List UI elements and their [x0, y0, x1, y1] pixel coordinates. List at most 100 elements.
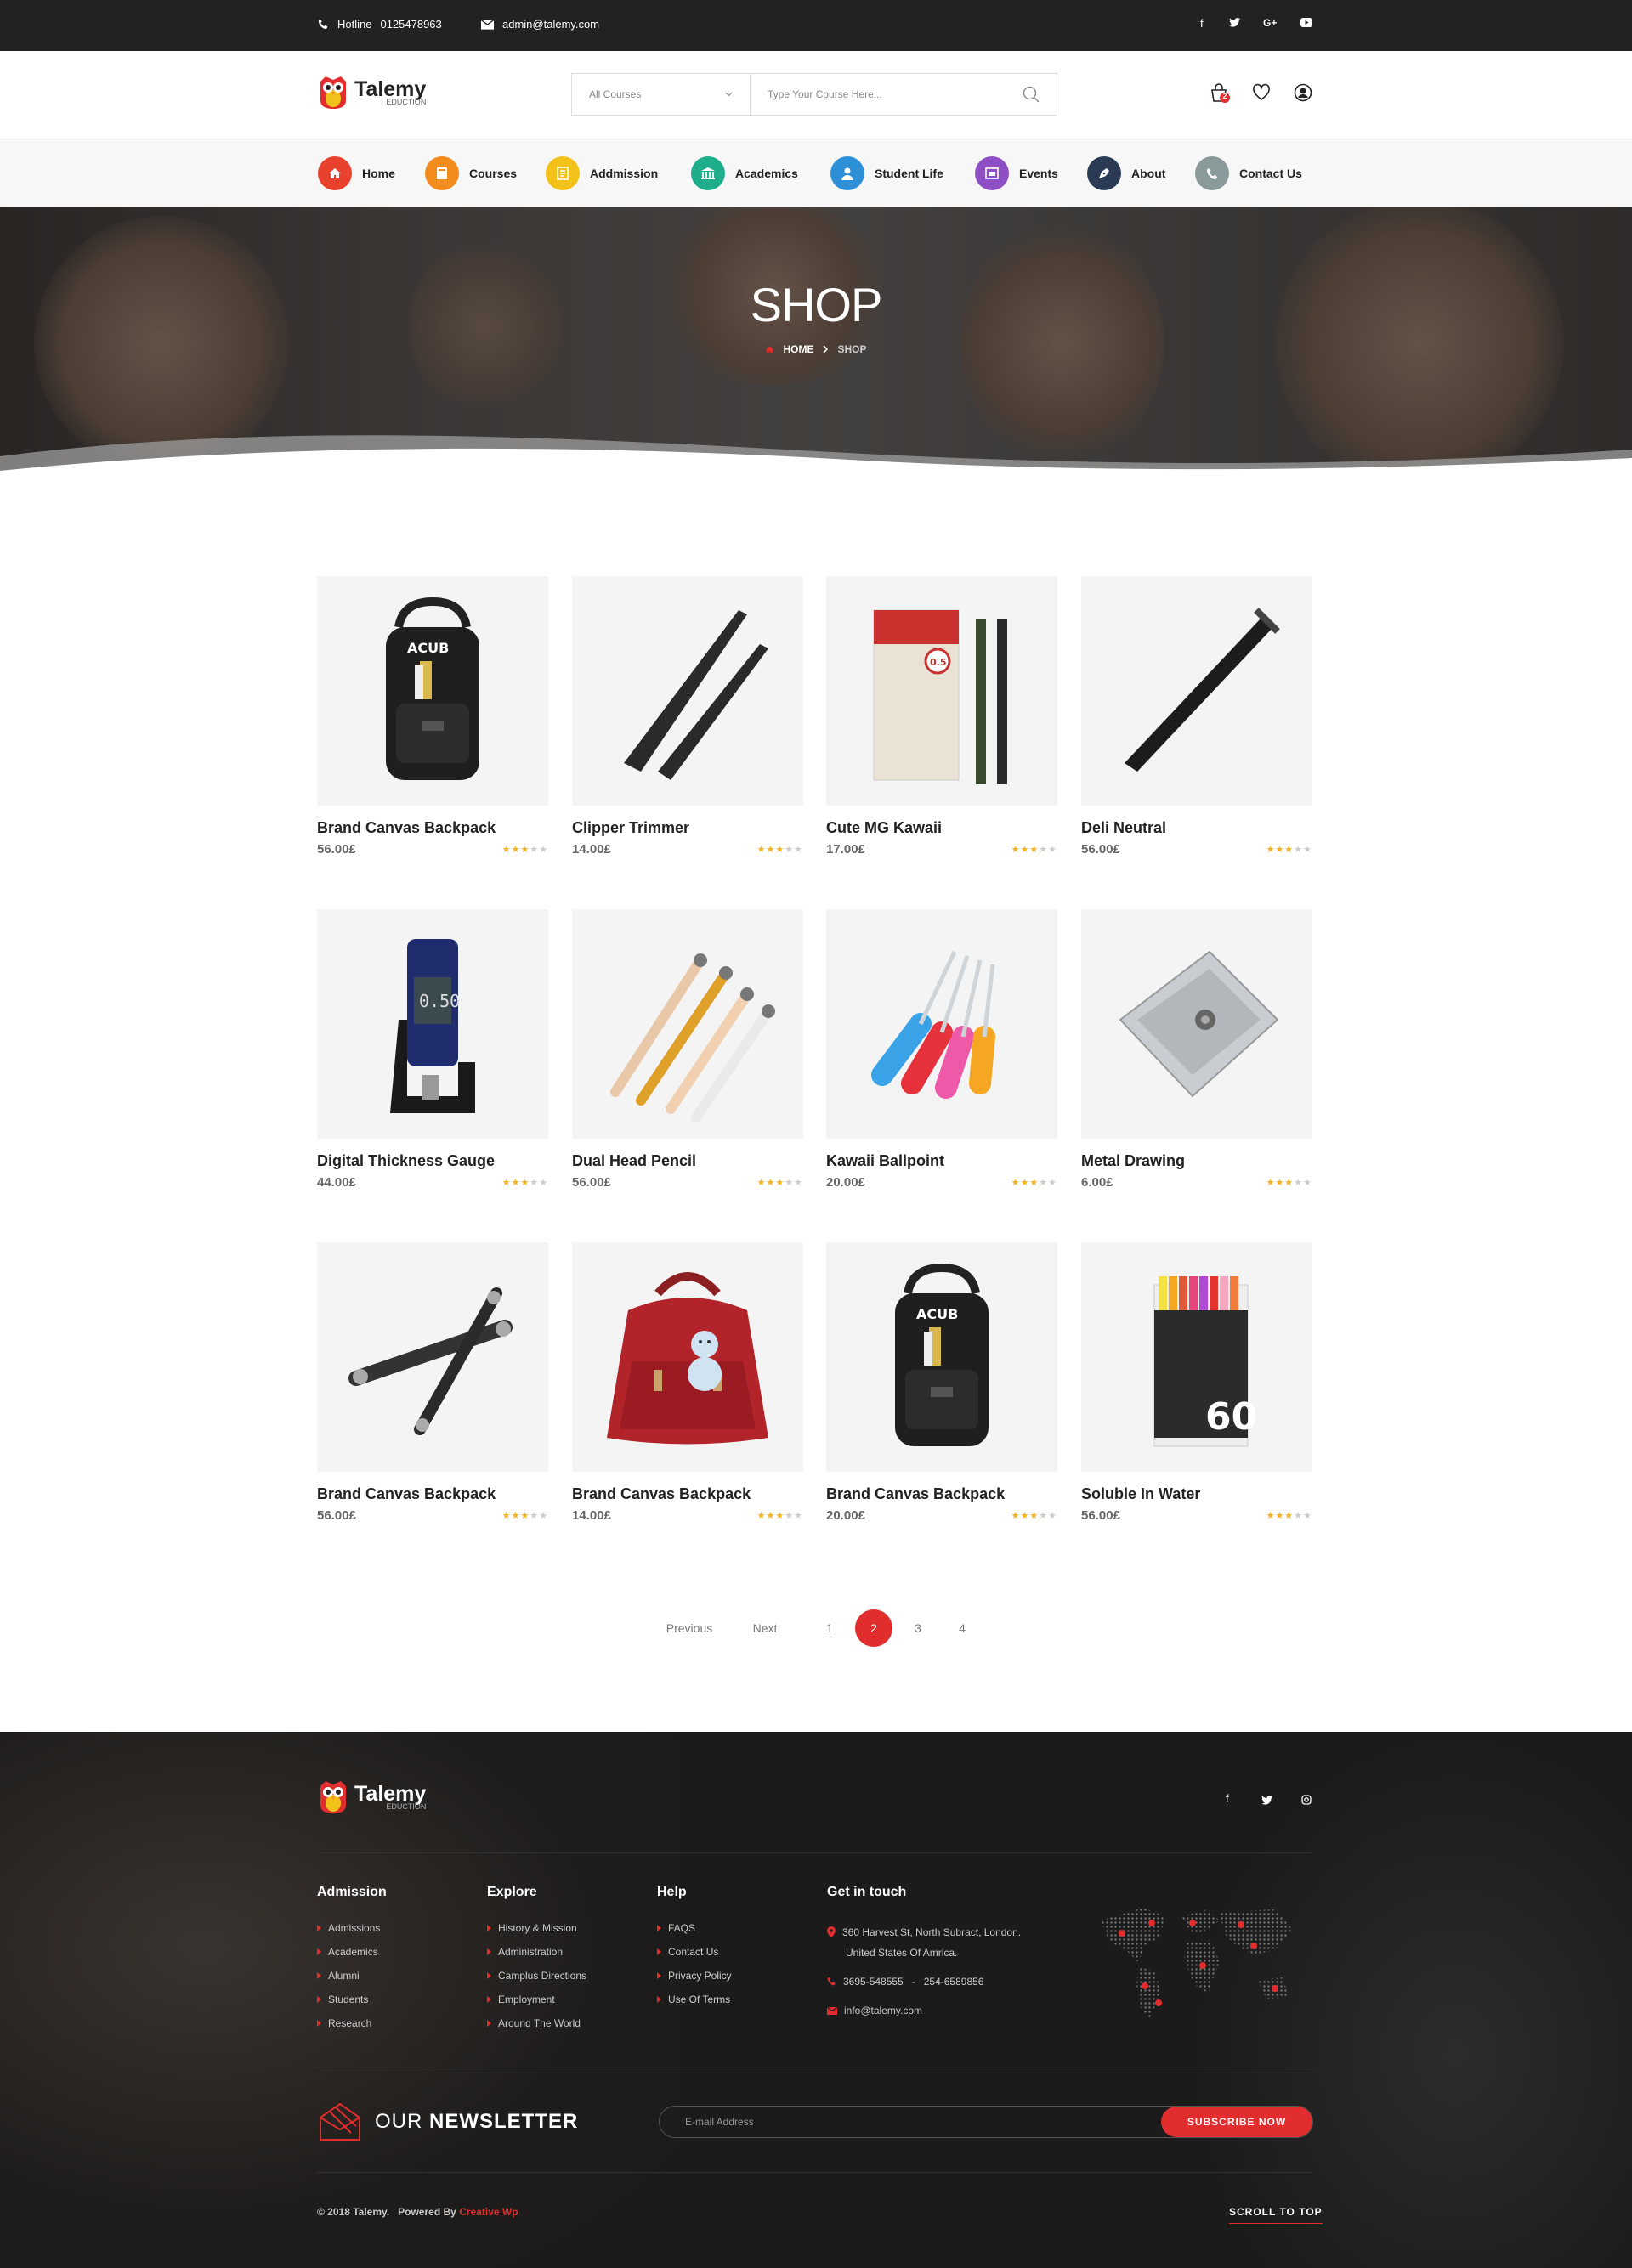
- product-image[interactable]: ACUB: [317, 576, 548, 806]
- nav-home[interactable]: Home: [318, 156, 395, 190]
- hotline-label: Hotline: [337, 18, 372, 31]
- product-image[interactable]: 0.5: [826, 576, 1057, 806]
- cart-button[interactable]: 2: [1210, 83, 1232, 105]
- footer-link[interactable]: Around The World: [487, 2017, 586, 2029]
- course-category-select[interactable]: All Courses: [572, 74, 751, 115]
- wishlist-button[interactable]: [1252, 83, 1271, 102]
- product-title[interactable]: Clipper Trimmer: [572, 819, 803, 837]
- product-title[interactable]: Brand Canvas Backpack: [572, 1485, 803, 1503]
- footer-link[interactable]: Privacy Policy: [657, 1970, 732, 1982]
- star-icon: ★: [794, 1511, 803, 1521]
- footer-link[interactable]: Administration: [487, 1946, 586, 1958]
- product-title[interactable]: Soluble In Water: [1081, 1485, 1312, 1503]
- product-image[interactable]: [1081, 909, 1312, 1139]
- mail-icon: [827, 2007, 837, 2015]
- product-image[interactable]: [572, 1242, 803, 1472]
- topbar-email[interactable]: admin@talemy.com: [481, 18, 599, 31]
- page-button[interactable]: 4: [944, 1609, 981, 1647]
- product-image[interactable]: [317, 1242, 548, 1472]
- brand-logo[interactable]: Talemy EDUCTION: [317, 75, 426, 110]
- product-card[interactable]: 0.5 Cute MG Kawaii 17.00£ ★★★★★: [826, 576, 1057, 857]
- product-card[interactable]: 0.50 Digital Thickness Gauge 44.00£ ★★★★★: [317, 909, 548, 1190]
- page-button-active[interactable]: 2: [855, 1609, 892, 1647]
- footer-link[interactable]: Alumni: [317, 1970, 387, 1982]
- star-icon: ★: [775, 1178, 785, 1188]
- nav-contact[interactable]: Contact Us: [1195, 156, 1302, 190]
- product-card[interactable]: Dual Head Pencil 56.00£ ★★★★★: [572, 909, 803, 1190]
- facebook-icon[interactable]: f: [1200, 17, 1204, 30]
- powered-by-link[interactable]: Creative Wp: [459, 2206, 518, 2218]
- account-button[interactable]: [1294, 83, 1312, 102]
- newsletter-email-input[interactable]: E-mail Address: [660, 2116, 1161, 2128]
- hotline-number[interactable]: 0125478963: [380, 18, 441, 31]
- product-title[interactable]: Deli Neutral: [1081, 819, 1312, 837]
- search-icon[interactable]: [1023, 86, 1040, 103]
- footer-link[interactable]: Contact Us: [657, 1946, 732, 1958]
- person-icon: [830, 156, 864, 190]
- product-title[interactable]: Brand Canvas Backpack: [317, 819, 548, 837]
- product-card[interactable]: Clipper Trimmer 14.00£ ★★★★★: [572, 576, 803, 857]
- contact-phone[interactable]: 3695-548555 - 254-6589856: [827, 1971, 1021, 1992]
- footer-link[interactable]: FAQS: [657, 1922, 732, 1934]
- product-image[interactable]: [1081, 576, 1312, 806]
- star-icon: ★: [1020, 1178, 1030, 1188]
- instagram-icon[interactable]: [1301, 1794, 1312, 1809]
- product-card[interactable]: ACUB Brand Canvas Backpack 20.00£ ★★★★★: [826, 1242, 1057, 1523]
- footer-link[interactable]: Research: [317, 2017, 387, 2029]
- product-price: 56.00£: [1081, 842, 1120, 857]
- nav-student-life[interactable]: Student Life: [830, 156, 944, 190]
- product-card[interactable]: Brand Canvas Backpack 56.00£ ★★★★★: [317, 1242, 548, 1523]
- newsletter-form: E-mail Address SUBSCRIBE NOW: [659, 2106, 1313, 2138]
- nav-admission[interactable]: Addmission: [546, 156, 658, 190]
- product-image[interactable]: 60: [1081, 1242, 1312, 1472]
- footer-link[interactable]: Employment: [487, 1994, 586, 2005]
- product-image[interactable]: ACUB: [826, 1242, 1057, 1472]
- product-image[interactable]: [572, 909, 803, 1139]
- product-card[interactable]: Brand Canvas Backpack 14.00£ ★★★★★: [572, 1242, 803, 1523]
- product-card[interactable]: Kawaii Ballpoint 20.00£ ★★★★★: [826, 909, 1057, 1190]
- page-button[interactable]: 3: [899, 1609, 937, 1647]
- product-title[interactable]: Dual Head Pencil: [572, 1152, 803, 1170]
- footer-link[interactable]: History & Mission: [487, 1922, 586, 1934]
- footer-link[interactable]: Academics: [317, 1946, 387, 1958]
- next-page-button[interactable]: Next: [745, 1609, 785, 1647]
- product-title[interactable]: Kawaii Ballpoint: [826, 1152, 1057, 1170]
- product-title[interactable]: Brand Canvas Backpack: [826, 1485, 1057, 1503]
- product-image[interactable]: [826, 909, 1057, 1139]
- footer-link[interactable]: Students: [317, 1994, 387, 2005]
- nav-courses[interactable]: Courses: [425, 156, 517, 190]
- product-card[interactable]: Metal Drawing 6.00£ ★★★★★: [1081, 909, 1312, 1190]
- star-icon: ★: [1303, 1511, 1312, 1521]
- product-image[interactable]: 0.50: [317, 909, 548, 1139]
- search-input[interactable]: Type Your Course Here...: [751, 74, 1057, 115]
- product-title[interactable]: Cute MG Kawaii: [826, 819, 1057, 837]
- nav-label: Student Life: [875, 167, 944, 180]
- star-icon: ★: [1294, 845, 1304, 855]
- google-plus-icon[interactable]: G+: [1263, 17, 1277, 29]
- world-map-icon: [1101, 1908, 1292, 2018]
- product-title[interactable]: Digital Thickness Gauge: [317, 1152, 548, 1170]
- product-card[interactable]: ACUB Brand Canvas Backpack 56.00£ ★★★★★: [317, 576, 548, 857]
- twitter-icon[interactable]: [1229, 17, 1240, 30]
- footer-link[interactable]: Admissions: [317, 1922, 387, 1934]
- facebook-icon[interactable]: f: [1226, 1792, 1229, 1805]
- prev-page-button[interactable]: Previous: [651, 1609, 728, 1647]
- page-button[interactable]: 1: [811, 1609, 848, 1647]
- contact-email[interactable]: info@talemy.com: [827, 2000, 1021, 2021]
- product-card[interactable]: Deli Neutral 56.00£ ★★★★★: [1081, 576, 1312, 857]
- twitter-icon[interactable]: [1261, 1794, 1272, 1809]
- youtube-icon[interactable]: [1300, 17, 1312, 30]
- scroll-to-top-button[interactable]: SCROLL TO TOP: [1229, 2206, 1323, 2224]
- product-title[interactable]: Brand Canvas Backpack: [317, 1485, 548, 1503]
- nav-academics[interactable]: Academics: [691, 156, 798, 190]
- footer-link[interactable]: Use Of Terms: [657, 1994, 732, 2005]
- product-image[interactable]: [572, 576, 803, 806]
- footer-link[interactable]: Camplus Directions: [487, 1970, 586, 1982]
- breadcrumb-home[interactable]: HOME: [783, 343, 813, 355]
- nav-about[interactable]: About: [1087, 156, 1165, 190]
- product-title[interactable]: Metal Drawing: [1081, 1152, 1312, 1170]
- footer-logo[interactable]: Talemy EDUCTION: [317, 1779, 426, 1815]
- product-card[interactable]: 60 Soluble In Water 56.00£ ★★★★★: [1081, 1242, 1312, 1523]
- nav-events[interactable]: Events: [975, 156, 1058, 190]
- subscribe-button[interactable]: SUBSCRIBE NOW: [1161, 2107, 1312, 2137]
